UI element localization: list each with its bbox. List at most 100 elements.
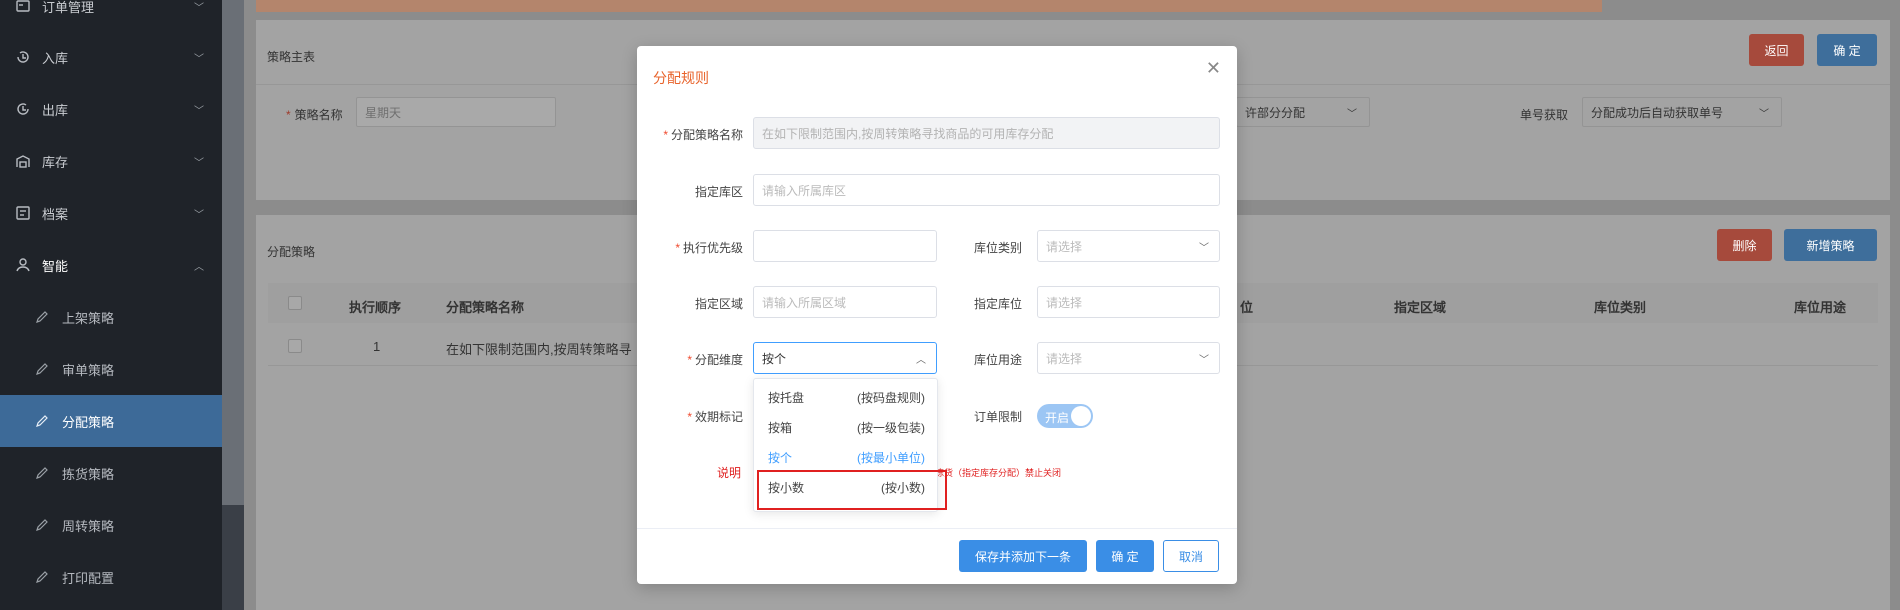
- explain-text: 拣货（指定库存分配）禁止关闭: [935, 468, 1062, 478]
- toggle-text: 开启: [1045, 411, 1070, 425]
- zone-label: 指定库区: [694, 185, 743, 199]
- menu-item-orders[interactable]: 订单管理 ﹀: [0, 0, 222, 32]
- chevron-up-icon: ︿: [916, 354, 926, 366]
- dropdown-option-pallet[interactable]: 按托盘 (按码盘规则): [754, 381, 939, 411]
- strategy-icon: [34, 309, 50, 325]
- menu-item-archive[interactable]: 档案 ﹀: [0, 187, 222, 239]
- sidebar-item-picking-strategy[interactable]: 拣货策略: [0, 447, 222, 499]
- sidebar: 订单管理 ﹀ 入库 ﹀ 出库 ﹀ 库存 ﹀ 档案 ﹀ 智能 ︿ 上架策略 审单策…: [0, 0, 222, 610]
- chevron-down-icon: ﹀: [194, 209, 204, 221]
- sidebar-item-putaway-strategy[interactable]: 上架策略: [0, 291, 222, 343]
- menu-item-inbound[interactable]: 入库 ﹀: [0, 31, 222, 83]
- menu-label: 档案: [42, 206, 69, 222]
- order-icon: [14, 0, 32, 15]
- rule-name-input[interactable]: 在如下限制范围内,按周转策略寻找商品的可用库存分配: [753, 117, 1220, 149]
- explain-label: 说明: [717, 466, 742, 480]
- location-use-label: 库位用途: [973, 353, 1022, 367]
- expiry-label: * 效期标记: [687, 410, 743, 424]
- order-limit-toggle[interactable]: 开启: [1037, 404, 1093, 428]
- column-header: 指定区域: [1394, 300, 1447, 315]
- strategy-name-input[interactable]: 星期天: [356, 97, 556, 127]
- sub-label: 周转策略: [62, 518, 115, 534]
- location-type-select[interactable]: 请选择 ﹀: [1037, 230, 1220, 262]
- location-label: 指定库位: [973, 297, 1022, 311]
- toggle-knob: [1071, 406, 1091, 426]
- back-button[interactable]: 返回: [1749, 34, 1804, 66]
- inventory-icon: [14, 152, 32, 170]
- menu-item-inventory[interactable]: 库存 ﹀: [0, 135, 222, 187]
- select-all-checkbox[interactable]: [288, 296, 302, 310]
- column-header: 位: [1240, 300, 1254, 315]
- sidebar-item-allocation-strategy[interactable]: 分配策略: [0, 395, 222, 447]
- chevron-down-icon: ﹀: [194, 157, 204, 169]
- priority-input[interactable]: [753, 230, 937, 262]
- column-header: 执行顺序: [349, 300, 402, 315]
- location-use-select[interactable]: 请选择 ﹀: [1037, 342, 1220, 374]
- column-header: 库位类别: [1594, 300, 1647, 315]
- strategy-icon: [34, 413, 50, 429]
- location-input[interactable]: 请选择: [1037, 286, 1220, 318]
- cancel-button[interactable]: 取消: [1163, 540, 1219, 572]
- strategy-name-label: * 策略名称: [286, 108, 343, 122]
- save-and-next-button[interactable]: 保存并添加下一条: [959, 540, 1087, 572]
- row-checkbox[interactable]: [288, 339, 302, 353]
- column-header: 分配策略名称: [446, 300, 525, 315]
- row-strategy-name: 在如下限制范围内,按周转策略寻: [446, 342, 632, 357]
- chevron-down-icon: ﹀: [1347, 108, 1357, 120]
- sub-label: 拣货策略: [62, 466, 115, 482]
- strategy-icon: [34, 361, 50, 377]
- menu-item-smart[interactable]: 智能 ︿: [0, 239, 222, 291]
- order-limit-label: 订单限制: [973, 410, 1022, 424]
- location-type-label: 库位类别: [973, 241, 1022, 255]
- menu-label: 出库: [42, 102, 69, 118]
- menu-label: 订单管理: [42, 0, 95, 15]
- close-icon[interactable]: ✕: [1206, 58, 1221, 79]
- area-input[interactable]: 请输入所属区域: [753, 286, 937, 318]
- ok-button[interactable]: 确 定: [1096, 540, 1154, 572]
- dimension-select[interactable]: 按个 ︿: [753, 342, 937, 374]
- chevron-down-icon: ﹀: [194, 53, 204, 65]
- strategy-icon: [34, 517, 50, 533]
- add-strategy-button[interactable]: 新增策略: [1784, 229, 1877, 261]
- chevron-down-icon: ﹀: [1199, 242, 1209, 254]
- chevron-down-icon: ﹀: [1199, 354, 1209, 366]
- rule-name-label: * 分配策略名称: [663, 128, 743, 142]
- archive-icon: [14, 204, 32, 222]
- menu-item-outbound[interactable]: 出库 ﹀: [0, 83, 222, 135]
- sub-label: 审单策略: [62, 362, 115, 378]
- dialog-title: 分配规则: [653, 70, 709, 86]
- strategy-icon: [34, 465, 50, 481]
- order-no-label: 单号获取: [1520, 108, 1569, 122]
- sidebar-item-audit-strategy[interactable]: 审单策略: [0, 343, 222, 395]
- chevron-down-icon: ﹀: [1759, 108, 1769, 120]
- sidebar-item-print-config[interactable]: 打印配置: [0, 551, 222, 603]
- sidebar-item-turnover-strategy[interactable]: 周转策略: [0, 499, 222, 551]
- menu-label: 入库: [42, 50, 69, 66]
- footer-divider: [637, 528, 1237, 529]
- partial-allocation-select[interactable]: 许部分分配 ﹀: [1236, 97, 1370, 127]
- sidebar-scrollbar[interactable]: [222, 0, 244, 610]
- scrollbar-thumb[interactable]: [222, 0, 244, 505]
- row-order: 1: [373, 339, 381, 354]
- zone-input[interactable]: 请输入所属库区: [753, 174, 1220, 206]
- outbound-icon: [14, 100, 32, 118]
- chevron-down-icon: ﹀: [194, 105, 204, 117]
- sub-label: 上架策略: [62, 310, 115, 326]
- confirm-button[interactable]: 确 定: [1817, 34, 1877, 66]
- sub-label: 分配策略: [62, 414, 115, 430]
- dropdown-option-piece[interactable]: 按个 (按最小单位): [754, 441, 939, 471]
- inbound-icon: [14, 48, 32, 66]
- dropdown-option-box[interactable]: 按箱 (按一级包装): [754, 411, 939, 441]
- strategy-icon: [34, 569, 50, 585]
- panel-title: 策略主表: [267, 50, 316, 64]
- order-no-select[interactable]: 分配成功后自动获取单号 ﹀: [1582, 97, 1782, 127]
- sub-label: 打印配置: [62, 570, 115, 586]
- delete-button[interactable]: 删除: [1717, 229, 1772, 261]
- panel-title: 分配策略: [267, 245, 316, 259]
- header-banner: [256, 0, 1602, 12]
- menu-label: 库存: [42, 154, 69, 170]
- chevron-up-icon: ︿: [194, 261, 204, 273]
- highlight-box: [757, 470, 947, 510]
- area-label: 指定区域: [694, 297, 743, 311]
- menu-label: 智能: [42, 258, 69, 274]
